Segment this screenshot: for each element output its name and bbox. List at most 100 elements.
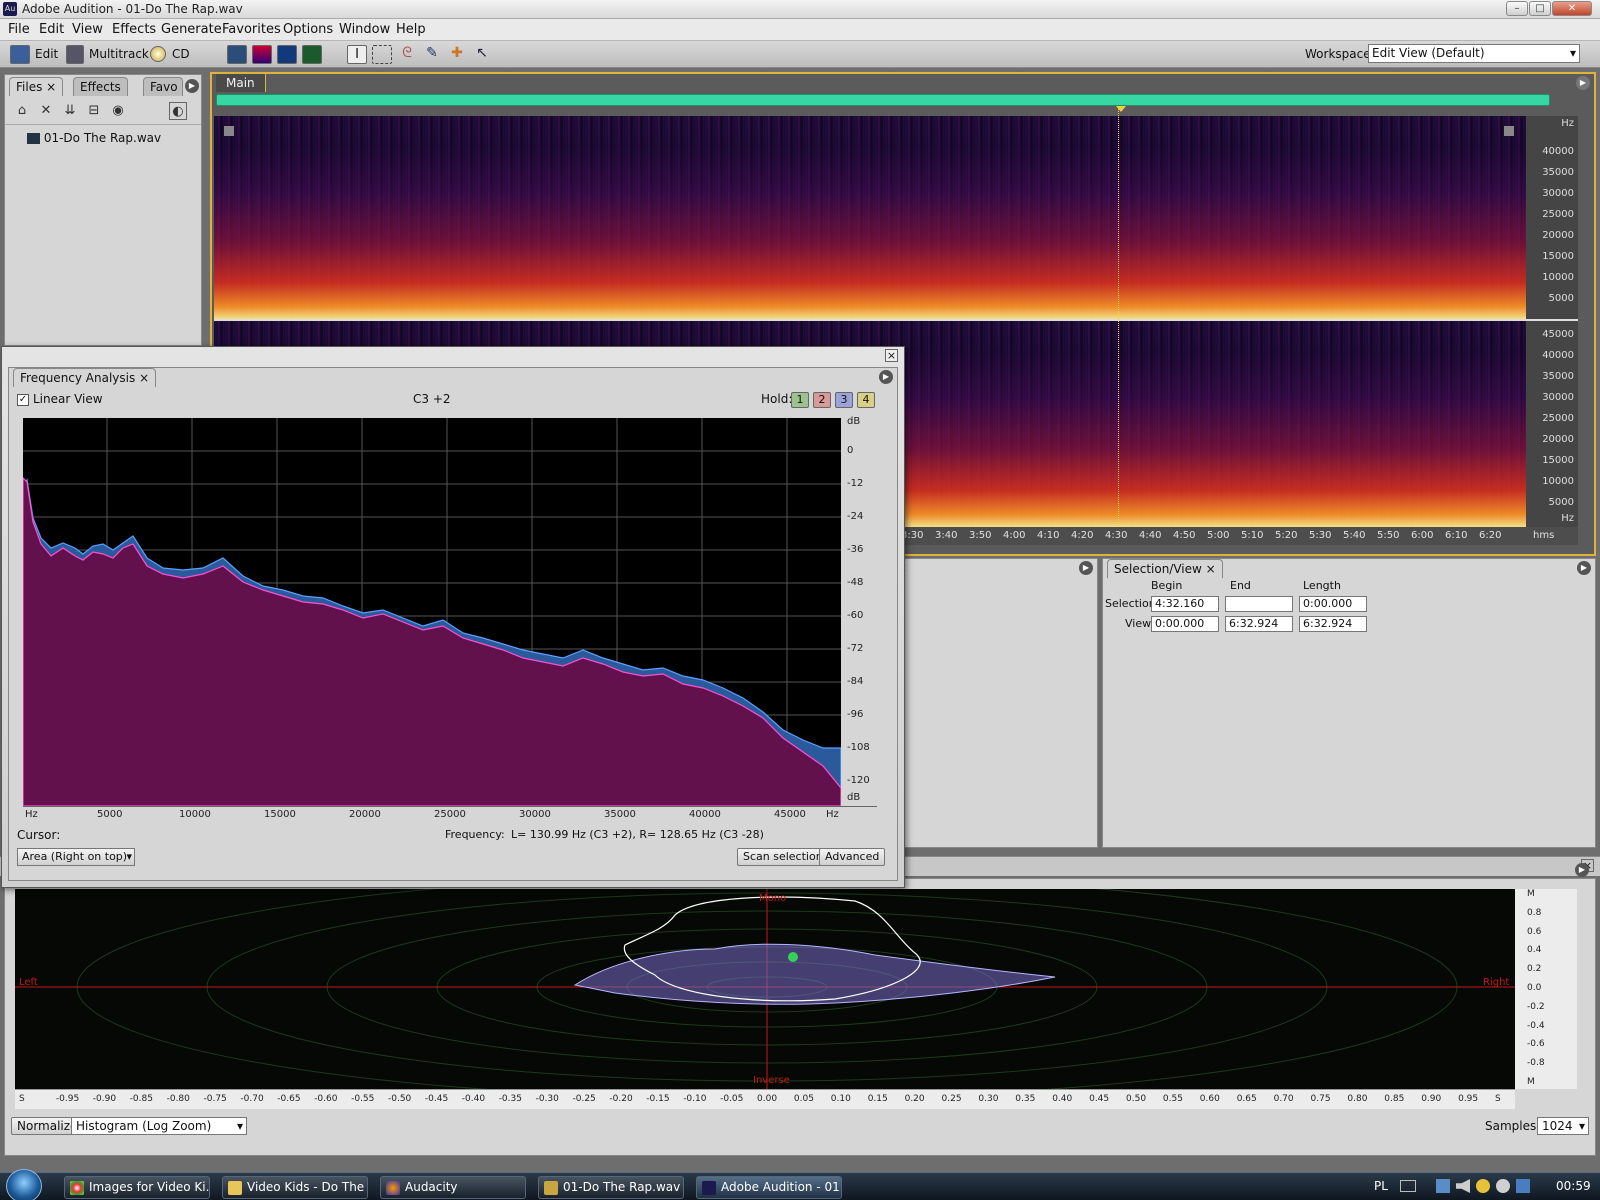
language-indicator[interactable]: PL bbox=[1374, 1179, 1388, 1193]
scrub-tool-icon[interactable]: ↖ bbox=[472, 45, 492, 64]
taskbar-item-audacity[interactable]: Audacity bbox=[380, 1176, 526, 1199]
advanced-button[interactable]: Advanced bbox=[819, 848, 886, 866]
volume-icon[interactable] bbox=[1456, 1179, 1470, 1193]
selection-begin-field[interactable]: 4:32.160 bbox=[1151, 596, 1219, 612]
marquee-tool-icon[interactable] bbox=[372, 45, 392, 64]
phase-y-tick: 0.0 bbox=[1527, 983, 1542, 993]
menu-effects[interactable]: Effects bbox=[112, 22, 156, 37]
samples-select[interactable]: 1024 ▾ bbox=[1537, 1117, 1589, 1135]
brush-tool-icon[interactable]: ✎ bbox=[422, 45, 442, 64]
tab-selection-view[interactable]: Selection/View × bbox=[1107, 559, 1223, 578]
minimize-button[interactable]: – bbox=[1506, 1, 1528, 16]
overview-bar[interactable] bbox=[216, 94, 1550, 106]
panel-menu-icon[interactable]: ▶ bbox=[1079, 561, 1093, 575]
phase-y-tick: M bbox=[1527, 1077, 1535, 1087]
hold-button-2[interactable]: 2 bbox=[813, 392, 831, 408]
db-tick: -120 bbox=[847, 775, 870, 786]
panel-menu-icon[interactable]: ▶ bbox=[185, 79, 199, 93]
menu-generate[interactable]: Generate bbox=[161, 22, 222, 37]
clock[interactable]: 00:59 bbox=[1556, 1179, 1591, 1193]
menu-help[interactable]: Help bbox=[396, 22, 426, 37]
multitrack-icon[interactable] bbox=[66, 45, 84, 64]
phase-x-tick: 0.55 bbox=[1162, 1094, 1183, 1104]
open-file-icon[interactable]: ⌂ bbox=[13, 102, 31, 120]
linear-view-checkbox[interactable]: ✓ bbox=[17, 394, 29, 406]
view-begin-field[interactable]: 0:00.000 bbox=[1151, 616, 1219, 632]
network-icon[interactable] bbox=[1436, 1179, 1450, 1193]
show-options-icon[interactable]: ◐ bbox=[169, 102, 187, 120]
tab-frequency-analysis[interactable]: Frequency Analysis × bbox=[13, 368, 157, 387]
close-button[interactable]: ✕ bbox=[1552, 1, 1592, 16]
pan-view-icon[interactable] bbox=[277, 45, 297, 64]
healing-tool-icon[interactable]: ✚ bbox=[447, 45, 467, 64]
menu-options[interactable]: Options bbox=[283, 22, 333, 37]
view-length-field[interactable]: 6:32.924 bbox=[1299, 616, 1367, 632]
time-tick: 6:10 bbox=[1445, 530, 1468, 541]
close-icon[interactable]: × bbox=[139, 371, 149, 385]
file-name: 01-Do The Rap.wav bbox=[43, 131, 162, 145]
file-list-item[interactable]: 01-Do The Rap.wav bbox=[27, 131, 161, 145]
insert-multitrack-icon[interactable]: ⇊ bbox=[61, 102, 79, 120]
panel-menu-icon[interactable]: ▶ bbox=[879, 370, 893, 384]
edit-view-button[interactable]: Edit bbox=[35, 44, 58, 65]
spectrogram-left-channel[interactable] bbox=[214, 116, 1526, 319]
tab-files[interactable]: Files × bbox=[9, 77, 64, 96]
frequency-graph[interactable] bbox=[23, 418, 841, 806]
hold-button-3[interactable]: 3 bbox=[835, 392, 853, 408]
tab-effects[interactable]: Effects bbox=[73, 77, 128, 96]
maximize-button[interactable]: □ bbox=[1529, 1, 1551, 16]
channel-toggle-icon[interactable] bbox=[1504, 126, 1514, 136]
wav-file-icon bbox=[27, 133, 40, 144]
selection-end-field[interactable] bbox=[1225, 596, 1293, 612]
phase-y-tick: M bbox=[1527, 889, 1535, 899]
histogram-mode-select[interactable]: Histogram (Log Zoom) ▾ bbox=[71, 1117, 247, 1135]
close-icon[interactable]: × bbox=[1206, 562, 1216, 576]
taskbar-item-browser[interactable]: Images for Video Ki... bbox=[64, 1176, 210, 1199]
panel-menu-icon[interactable]: ▶ bbox=[1576, 76, 1590, 90]
keyboard-icon[interactable] bbox=[1400, 1180, 1416, 1192]
cd-icon[interactable] bbox=[150, 46, 166, 62]
menu-favorites[interactable]: Favorites bbox=[222, 22, 281, 37]
taskbar-item-wav[interactable]: 01-Do The Rap.wav ... bbox=[538, 1176, 684, 1199]
taskbar-item-folder[interactable]: Video Kids - Do The ... bbox=[222, 1176, 368, 1199]
selection-length-field[interactable]: 0:00.000 bbox=[1299, 596, 1367, 612]
view-end-field[interactable]: 6:32.924 bbox=[1225, 616, 1293, 632]
menu-edit[interactable]: Edit bbox=[39, 22, 64, 37]
edit-view-icon[interactable] bbox=[10, 45, 30, 64]
hz-tick: 35000 bbox=[604, 809, 636, 820]
time-selection-tool-icon[interactable]: I bbox=[347, 45, 367, 64]
tray-icon[interactable] bbox=[1496, 1179, 1510, 1193]
workspace-select[interactable]: Edit View (Default) ▾ bbox=[1368, 44, 1580, 63]
waveform-view-icon[interactable] bbox=[227, 45, 247, 64]
close-icon[interactable]: × bbox=[885, 349, 898, 362]
taskbar-item-audition[interactable]: Adobe Audition - 01... bbox=[696, 1176, 842, 1199]
start-button[interactable] bbox=[6, 1169, 42, 1200]
panel-menu-icon[interactable]: ▶ bbox=[1577, 561, 1591, 575]
multitrack-button[interactable]: Multitrack bbox=[89, 44, 149, 65]
tray-icon[interactable] bbox=[1476, 1179, 1490, 1193]
tab-main[interactable]: Main bbox=[216, 74, 266, 92]
taskbar: Images for Video Ki... Video Kids - Do T… bbox=[0, 1169, 1600, 1200]
hold-button-4[interactable]: 4 bbox=[857, 392, 875, 408]
display-mode-select[interactable]: Area (Right on top) ▾ bbox=[17, 848, 135, 866]
hz-tick: 30000 bbox=[519, 809, 551, 820]
panel-menu-icon[interactable]: ▶ bbox=[1575, 863, 1589, 877]
hold-button-1[interactable]: 1 bbox=[791, 392, 809, 408]
phase-view-icon[interactable] bbox=[302, 45, 322, 64]
close-icon[interactable]: × bbox=[46, 80, 56, 94]
phase-plot[interactable]: Mono Inverse Left Right bbox=[15, 889, 1515, 1089]
menu-file[interactable]: File bbox=[8, 22, 30, 37]
tray-icon[interactable] bbox=[1516, 1179, 1530, 1193]
menu-view[interactable]: View bbox=[72, 22, 103, 37]
menu-window[interactable]: Window bbox=[339, 22, 390, 37]
channel-toggle-icon[interactable] bbox=[224, 126, 234, 136]
freq-tick: 10000 bbox=[1542, 476, 1574, 487]
tab-favorites[interactable]: Favo bbox=[143, 77, 183, 96]
spectral-view-icon[interactable] bbox=[252, 45, 272, 64]
cd-view-button[interactable]: CD bbox=[172, 44, 190, 65]
play-file-icon[interactable]: ◉ bbox=[109, 102, 127, 120]
lasso-tool-icon[interactable]: ᘓ bbox=[397, 45, 417, 64]
close-file-icon[interactable]: ✕ bbox=[37, 102, 55, 120]
scan-selection-button[interactable]: Scan selection bbox=[737, 848, 829, 866]
insert-cd-icon[interactable]: ⊟ bbox=[85, 102, 103, 120]
